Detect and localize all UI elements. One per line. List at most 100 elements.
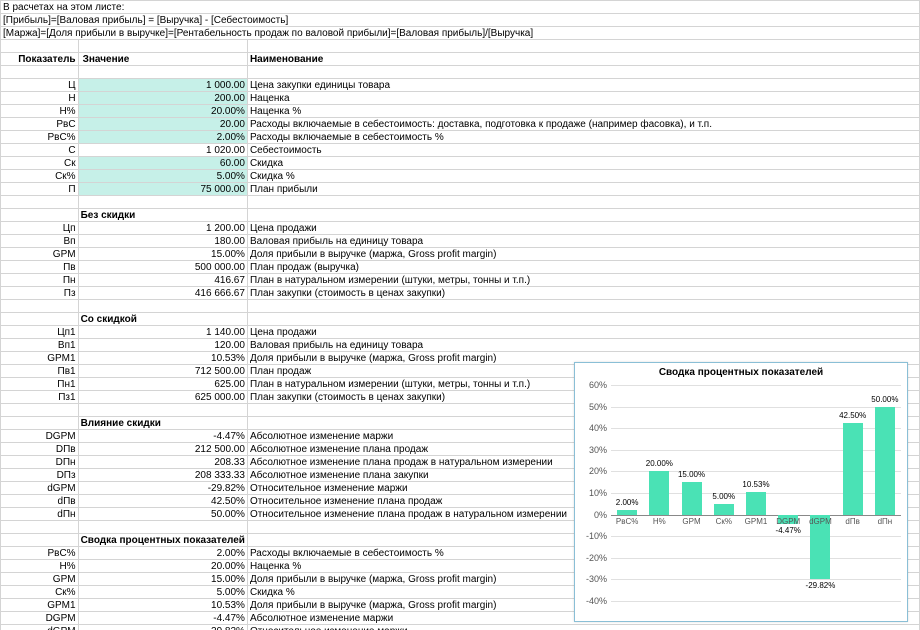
chart-gridline bbox=[611, 536, 901, 537]
input-cell[interactable]: 20.00 bbox=[78, 118, 247, 131]
indicator-label: П bbox=[1, 183, 79, 196]
chart-xtick: GPM bbox=[682, 517, 700, 526]
col-header-value: Значение bbox=[78, 53, 247, 66]
description: План продаж (выручка) bbox=[247, 261, 919, 274]
input-cell[interactable]: 20.00% bbox=[78, 105, 247, 118]
description: Относительное изменение маржи bbox=[247, 625, 919, 630]
chart-bar bbox=[649, 471, 669, 514]
calc-cell: 10.53% bbox=[78, 352, 247, 365]
col-header-description: Наименование bbox=[247, 53, 919, 66]
indicator-label: Ск% bbox=[1, 586, 79, 599]
description: Наценка bbox=[247, 92, 919, 105]
calc-cell: 208.33 bbox=[78, 456, 247, 469]
description: Доля прибыли в выручке (маржа, Gross pro… bbox=[247, 248, 919, 261]
indicator-label: Пз1 bbox=[1, 391, 79, 404]
col-header-indicator: Показатель bbox=[1, 53, 79, 66]
indicator-label: Ск% bbox=[1, 170, 79, 183]
input-cell[interactable]: 75 000.00 bbox=[78, 183, 247, 196]
input-cell[interactable]: 200.00 bbox=[78, 92, 247, 105]
chart-bar-label: 42.50% bbox=[839, 411, 866, 420]
input-cell[interactable]: 1 000.00 bbox=[78, 79, 247, 92]
calc-cell: 120.00 bbox=[78, 339, 247, 352]
indicator-label: dПв bbox=[1, 495, 79, 508]
indicator-label: Вп1 bbox=[1, 339, 79, 352]
calc-cell: -4.47% bbox=[78, 612, 247, 625]
indicator-label: Н% bbox=[1, 560, 79, 573]
description: План в натуральном измерении (штуки, мет… bbox=[247, 274, 919, 287]
table-row: РвС%2.00%Расходы включаемые в себестоимо… bbox=[1, 131, 920, 144]
table-row: Вп1120.00Валовая прибыль на единицу това… bbox=[1, 339, 920, 352]
description: Наценка % bbox=[247, 105, 919, 118]
indicator-label: DПн bbox=[1, 456, 79, 469]
calc-cell: -4.47% bbox=[78, 430, 247, 443]
chart-gridline bbox=[611, 558, 901, 559]
calc-cell: 15.00% bbox=[78, 248, 247, 261]
indicator-label: GPM1 bbox=[1, 352, 79, 365]
indicator-label: Н% bbox=[1, 105, 79, 118]
description: Цена продажи bbox=[247, 222, 919, 235]
section-title: Со скидкой bbox=[78, 313, 247, 326]
calc-cell: 10.53% bbox=[78, 599, 247, 612]
chart-ytick: -10% bbox=[577, 531, 607, 541]
section-title: Влияние скидки bbox=[78, 417, 247, 430]
chart-ytick: 30% bbox=[577, 445, 607, 455]
chart-xtick: GPM1 bbox=[745, 517, 768, 526]
indicator-label: РвС% bbox=[1, 547, 79, 560]
chart-bar bbox=[746, 492, 766, 515]
description: Скидка % bbox=[247, 170, 919, 183]
sheet: В расчетах на этом листе:[Прибыль]=[Вало… bbox=[0, 0, 920, 630]
chart-xtick: Ск% bbox=[716, 517, 732, 526]
indicator-label: DПз bbox=[1, 469, 79, 482]
table-row: П75 000.00План прибыли bbox=[1, 183, 920, 196]
chart-ytick: 10% bbox=[577, 488, 607, 498]
calc-cell: 625 000.00 bbox=[78, 391, 247, 404]
indicator-label: DGPM bbox=[1, 430, 79, 443]
intro-line: В расчетах на этом листе: bbox=[1, 1, 920, 14]
indicator-label: Ск bbox=[1, 157, 79, 170]
indicator-label: РвС% bbox=[1, 131, 79, 144]
chart-gridline bbox=[611, 601, 901, 602]
indicator-label: dGPM bbox=[1, 625, 79, 630]
description: Цена продажи bbox=[247, 326, 919, 339]
calc-cell: 20.00% bbox=[78, 560, 247, 573]
table-row: Н%20.00%Наценка % bbox=[1, 105, 920, 118]
table-row: Ск60.00Скидка bbox=[1, 157, 920, 170]
input-cell[interactable]: 60.00 bbox=[78, 157, 247, 170]
calc-cell: 50.00% bbox=[78, 508, 247, 521]
section-title: Без скидки bbox=[78, 209, 247, 222]
calc-cell: 416 666.67 bbox=[78, 287, 247, 300]
table-row: Ц1 000.00Цена закупки единицы товара bbox=[1, 79, 920, 92]
description: Валовая прибыль на единицу товара bbox=[247, 339, 919, 352]
chart-ytick: -30% bbox=[577, 574, 607, 584]
chart-bar bbox=[843, 423, 863, 515]
table-row: РвС20.00Расходы включаемые в себестоимос… bbox=[1, 118, 920, 131]
chart-xtick: dПн bbox=[878, 517, 893, 526]
chart-gridline bbox=[611, 515, 901, 516]
calc-cell: -29.82% bbox=[78, 625, 247, 630]
indicator-label: GPM bbox=[1, 573, 79, 586]
calc-cell: 42.50% bbox=[78, 495, 247, 508]
indicator-label: С bbox=[1, 144, 79, 157]
intro-line: [Прибыль]=[Валовая прибыль] = [Выручка] … bbox=[1, 14, 920, 27]
section-title: Сводка процентных показателей bbox=[78, 534, 247, 547]
chart-plot-area: -40%-30%-20%-10%0%10%20%30%40%50%60%2.00… bbox=[611, 385, 901, 601]
calc-cell: 212 500.00 bbox=[78, 443, 247, 456]
calc-cell: 208 333.33 bbox=[78, 469, 247, 482]
table-row: GPM15.00%Доля прибыли в выручке (маржа, … bbox=[1, 248, 920, 261]
chart-ytick: -40% bbox=[577, 596, 607, 606]
indicator-label: DПв bbox=[1, 443, 79, 456]
indicator-label: Пз bbox=[1, 287, 79, 300]
input-cell[interactable]: 5.00% bbox=[78, 170, 247, 183]
indicator-label: Пн bbox=[1, 274, 79, 287]
description: Скидка bbox=[247, 157, 919, 170]
calc-cell: 712 500.00 bbox=[78, 365, 247, 378]
input-cell[interactable]: 2.00% bbox=[78, 131, 247, 144]
table-row: Цп1 200.00Цена продажи bbox=[1, 222, 920, 235]
description: Расходы включаемые в себестоимость % bbox=[247, 131, 919, 144]
table-row: Пз416 666.67План закупки (стоимость в це… bbox=[1, 287, 920, 300]
indicator-label: Н bbox=[1, 92, 79, 105]
chart-bar bbox=[714, 504, 734, 515]
intro-line: [Маржа]=[Доля прибыли в выручке]=[Рентаб… bbox=[1, 27, 920, 40]
calc-cell: 1 200.00 bbox=[78, 222, 247, 235]
indicator-label: Цп bbox=[1, 222, 79, 235]
